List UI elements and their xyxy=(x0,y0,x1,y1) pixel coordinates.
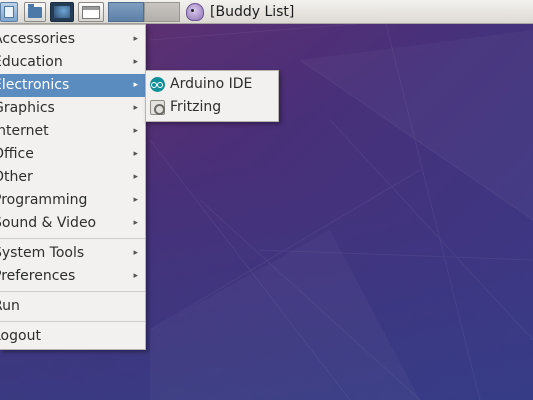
submenu-arrow-icon: ▸ xyxy=(133,149,138,159)
menu-item-electronics[interactable]: Electronics ▸ xyxy=(0,74,145,97)
electronics-submenu: Arduino IDE Fritzing xyxy=(145,70,279,122)
menu-item-office[interactable]: Office ▸ xyxy=(0,143,145,166)
submenu-arrow-icon: ▸ xyxy=(133,34,138,44)
menu-item-system-tools[interactable]: System Tools ▸ xyxy=(0,242,145,265)
submenu-arrow-icon: ▸ xyxy=(133,103,138,113)
terminal-launcher[interactable] xyxy=(50,2,74,22)
taskbar-button-buddy-list[interactable]: [Buddy List] xyxy=(186,2,296,22)
menu-item-education[interactable]: Education ▸ xyxy=(0,51,145,74)
menu-item-run[interactable]: Run xyxy=(0,295,145,318)
arduino-icon xyxy=(150,77,165,92)
terminal-icon xyxy=(54,6,70,18)
workspace-2[interactable] xyxy=(144,2,180,22)
menu-item-label: Other xyxy=(0,169,33,185)
menu-item-graphics[interactable]: Graphics ▸ xyxy=(0,97,145,120)
menu-item-internet[interactable]: Internet ▸ xyxy=(0,120,145,143)
show-desktop-button[interactable] xyxy=(78,2,104,22)
submenu-arrow-icon: ▸ xyxy=(133,271,138,281)
menu-item-other[interactable]: Other ▸ xyxy=(0,166,145,189)
menu-item-label: Preferences xyxy=(0,268,76,284)
menu-item-sound-video[interactable]: Sound & Video ▸ xyxy=(0,212,145,235)
menu-item-label: Accessories xyxy=(0,31,76,47)
submenu-arrow-icon: ▸ xyxy=(133,57,138,67)
menu-item-label: System Tools xyxy=(0,245,85,261)
submenu-item-label: Arduino IDE xyxy=(170,76,253,92)
menu-item-programming[interactable]: Programming ▸ xyxy=(0,189,145,212)
taskbar-button-label: [Buddy List] xyxy=(210,4,295,20)
submenu-item-fritzing[interactable]: Fritzing xyxy=(146,96,278,119)
menu-item-label: Electronics xyxy=(0,77,70,93)
submenu-arrow-icon: ▸ xyxy=(133,218,138,228)
workspace-1[interactable] xyxy=(108,2,144,22)
submenu-item-arduino-ide[interactable]: Arduino IDE xyxy=(146,73,278,96)
menu-item-logout[interactable]: Logout xyxy=(0,325,145,348)
pidgin-icon xyxy=(186,3,204,21)
menu-separator xyxy=(0,321,145,322)
menu-item-label: Graphics xyxy=(0,100,55,116)
menu-icon xyxy=(4,6,14,18)
window-icon xyxy=(82,6,100,19)
menu-separator xyxy=(0,291,145,292)
application-menu: Accessories ▸ Education ▸ Electronics ▸ … xyxy=(0,24,146,350)
menu-item-preferences[interactable]: Preferences ▸ xyxy=(0,265,145,288)
menu-item-label: Internet xyxy=(0,123,49,139)
submenu-arrow-icon: ▸ xyxy=(133,126,138,136)
top-panel: [Buddy List] xyxy=(0,0,533,24)
menu-item-label: Education xyxy=(0,54,63,70)
menu-item-label: Sound & Video xyxy=(0,215,97,231)
menu-item-label: Run xyxy=(0,298,20,314)
menu-item-label: Office xyxy=(0,146,34,162)
folder-icon xyxy=(28,4,42,18)
menu-item-accessories[interactable]: Accessories ▸ xyxy=(0,28,145,51)
application-menu-button[interactable] xyxy=(0,2,18,22)
submenu-arrow-icon: ▸ xyxy=(133,195,138,205)
submenu-item-label: Fritzing xyxy=(170,99,222,115)
submenu-arrow-icon: ▸ xyxy=(133,80,138,90)
fritzing-icon xyxy=(150,100,165,115)
menu-separator xyxy=(0,238,145,239)
menu-item-label: Programming xyxy=(0,192,88,208)
submenu-arrow-icon: ▸ xyxy=(133,248,138,258)
submenu-arrow-icon: ▸ xyxy=(133,172,138,182)
menu-item-label: Logout xyxy=(0,328,41,344)
file-manager-launcher[interactable] xyxy=(24,2,46,22)
